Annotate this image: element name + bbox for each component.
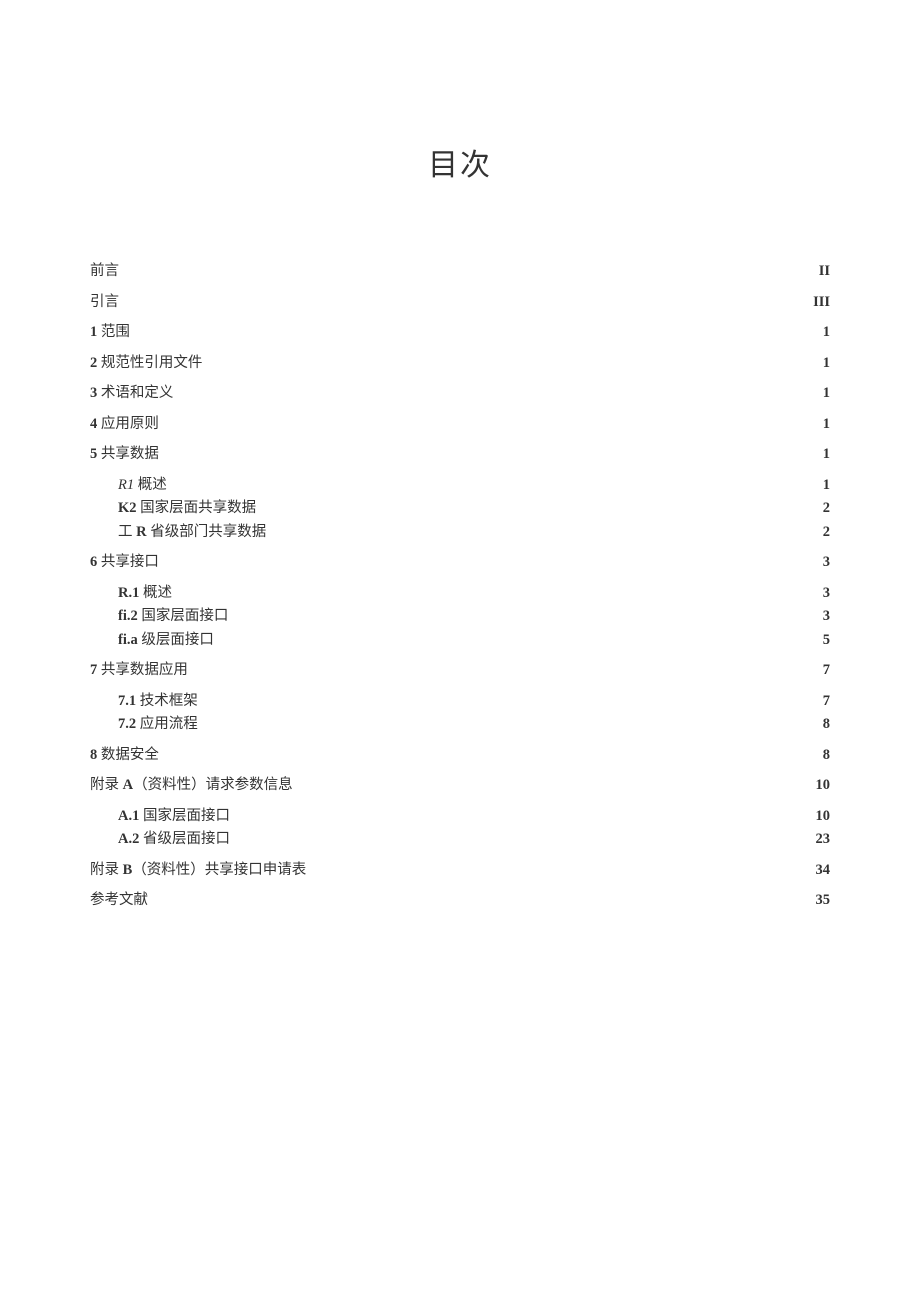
toc-page-number: 10: [816, 778, 831, 793]
toc-entry: 8 数据安全 8: [90, 748, 830, 763]
toc-entry: fi.2 国家层面接口 3: [90, 609, 830, 624]
toc-entry: R1 概述 1: [90, 478, 830, 493]
document-page: 目次 前言II引言III1 范围12 规范性引用文件13 术语和定义14 应用原…: [0, 0, 920, 908]
toc-entry: fi.a 级层面接口 5: [90, 633, 830, 648]
toc-page-number: 3: [823, 586, 830, 601]
toc-title: 目次: [90, 140, 830, 184]
toc-page-number: II: [819, 264, 830, 279]
toc-page-number: 1: [823, 356, 830, 371]
toc-entry: 2 规范性引用文件 1: [90, 356, 830, 371]
toc-entry-label: 5 共享数据: [90, 447, 159, 462]
toc-entry-label: 7 共享数据应用: [90, 663, 188, 678]
toc-entry: 7.2 应用流程 8: [90, 717, 830, 732]
toc-entry-label: 2 规范性引用文件: [90, 356, 202, 371]
toc-entry-label: fi.2 国家层面接口: [118, 609, 228, 624]
toc-entry-label: 7.2 应用流程: [118, 717, 198, 732]
toc-page-number: 34: [816, 863, 831, 878]
toc-entry-label: fi.a 级层面接口: [118, 633, 214, 648]
toc-entry-label: A.1 国家层面接口: [118, 809, 230, 824]
toc-page-number: 3: [823, 609, 830, 624]
toc-page-number: 2: [823, 501, 830, 516]
toc-page-number: 5: [823, 633, 830, 648]
toc-spacer: [90, 656, 830, 663]
toc-entry-label: R.1 概述: [118, 586, 172, 601]
toc-entry: R.1 概述 3: [90, 586, 830, 601]
toc-page-number: 1: [823, 386, 830, 401]
toc-page-number: 2: [823, 525, 830, 540]
toc-entry-label: 附录 B（资料性）共享接口申请表: [90, 863, 306, 878]
toc-spacer: [90, 548, 830, 555]
toc-entry-label: 8 数据安全: [90, 748, 159, 763]
toc-entry: 4 应用原则 1: [90, 417, 830, 432]
toc-entry: 参考文献 35: [90, 893, 830, 908]
table-of-contents: 前言II引言III1 范围12 规范性引用文件13 术语和定义14 应用原则15…: [90, 264, 830, 908]
toc-entry: 7 共享数据应用 7: [90, 663, 830, 678]
toc-entry: 附录 A（资料性）请求参数信息 10: [90, 778, 830, 793]
toc-page-number: 23: [816, 832, 831, 847]
toc-entry-label: 参考文献: [90, 893, 148, 908]
toc-entry-label: 7.1 技术框架: [118, 694, 198, 709]
toc-page-number: 10: [816, 809, 831, 824]
toc-entry: A.1 国家层面接口 10: [90, 809, 830, 824]
toc-entry: 7.1 技术框架 7: [90, 694, 830, 709]
toc-entry: A.2 省级层面接口 23: [90, 832, 830, 847]
toc-entry-label: 引言: [90, 295, 119, 310]
toc-entry-label: 前言: [90, 264, 119, 279]
toc-page-number: 1: [823, 325, 830, 340]
toc-entry-label: 附录 A（资料性）请求参数信息: [90, 778, 293, 793]
toc-entry: 1 范围 1: [90, 325, 830, 340]
toc-page-number: III: [813, 295, 830, 310]
toc-entry: 6 共享接口 3: [90, 555, 830, 570]
toc-entry: 引言 III: [90, 295, 830, 310]
toc-page-number: 1: [823, 447, 830, 462]
toc-page-number: 8: [823, 717, 830, 732]
toc-entry: 3 术语和定义 1: [90, 386, 830, 401]
toc-entry-label: 6 共享接口: [90, 555, 159, 570]
toc-page-number: 7: [823, 694, 830, 709]
toc-page-number: 7: [823, 663, 830, 678]
toc-entry-label: 工 R 省级部门共享数据: [118, 525, 266, 540]
toc-entry-label: 3 术语和定义: [90, 386, 173, 401]
toc-entry: 5 共享数据 1: [90, 447, 830, 462]
toc-page-number: 1: [823, 478, 830, 493]
toc-entry: 工 R 省级部门共享数据 2: [90, 525, 830, 540]
toc-entry-label: K2 国家层面共享数据: [118, 501, 256, 516]
toc-entry-label: A.2 省级层面接口: [118, 832, 230, 847]
toc-entry-label: R1 概述: [118, 478, 167, 493]
toc-page-number: 8: [823, 748, 830, 763]
toc-entry-label: 4 应用原则: [90, 417, 159, 432]
toc-page-number: 1: [823, 417, 830, 432]
toc-spacer: [90, 741, 830, 748]
toc-entry: K2 国家层面共享数据 2: [90, 501, 830, 516]
toc-page-number: 35: [816, 893, 831, 908]
toc-page-number: 3: [823, 555, 830, 570]
toc-entry-label: 1 范围: [90, 325, 130, 340]
toc-entry: 附录 B（资料性）共享接口申请表 34: [90, 863, 830, 878]
toc-entry: 前言 II: [90, 264, 830, 279]
